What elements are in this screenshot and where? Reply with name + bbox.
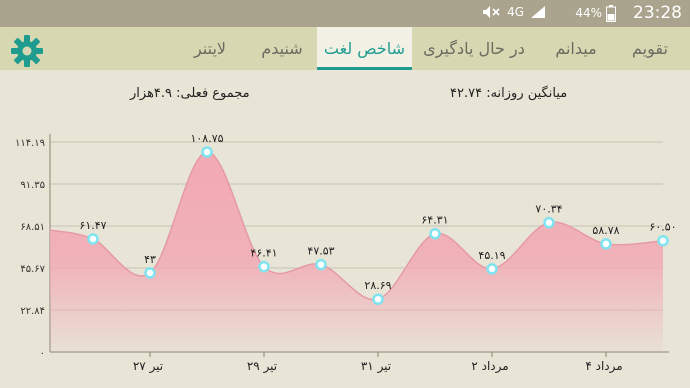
- y-tick-label: ۰: [40, 348, 45, 359]
- data-label: ۴۵.۱۹: [478, 249, 505, 262]
- data-label: ۵۸.۷۸: [592, 224, 619, 237]
- x-tick-label: ۲۹ تیر: [247, 359, 277, 374]
- data-point: [600, 238, 612, 250]
- data-label: ۶۴.۳۱: [421, 214, 448, 227]
- y-tick-label: ۶۸.۵۱: [20, 222, 45, 233]
- data-point: [657, 234, 669, 247]
- y-tick-label: ۴۵.۶۷: [20, 264, 45, 275]
- data-point: [144, 267, 156, 279]
- data-label: ۶۱.۴۷: [79, 219, 106, 232]
- data-label: ۱۰۸.۷۵: [190, 132, 223, 145]
- data-label: ۷۰.۳۴: [535, 203, 562, 216]
- data-point: [87, 233, 99, 245]
- area-fill: [50, 151, 663, 352]
- data-point: [486, 263, 498, 275]
- word-index-chart: ۱۱۴.۱۹ ۹۱.۳۵ ۶۸.۵۱ ۴۵.۶۷ ۲۲.۸۴ ۰ ۶۱.۴۷ ۴۳ ۱۰۸.۷۵…: [15, 132, 677, 374]
- data-point: [258, 260, 270, 273]
- y-tick-label: ۲۲.۸۴: [20, 306, 45, 317]
- data-point: [315, 258, 327, 271]
- data-label: ۴۶.۴۱: [250, 247, 277, 260]
- data-label: ۴۷.۵۳: [307, 245, 334, 258]
- y-tick-label: ۱۱۴.۱۹: [15, 138, 45, 149]
- y-tick-label: ۹۱.۳۵: [20, 180, 45, 191]
- data-point: [543, 216, 555, 229]
- data-point: [372, 293, 384, 305]
- data-point: [429, 227, 441, 240]
- data-point: [201, 146, 213, 158]
- x-tick-label: ۲ مرداد: [471, 359, 508, 374]
- x-tick-label: ۴ مرداد: [585, 359, 622, 374]
- data-label: ۶۰.۵۰: [649, 221, 676, 234]
- data-label: ۴۳: [144, 253, 156, 266]
- data-label: ۲۸.۶۹: [364, 279, 391, 292]
- x-tick-label: ۳۱ تیر: [361, 359, 391, 374]
- x-tick-label: ۲۷ تیر: [133, 359, 163, 374]
